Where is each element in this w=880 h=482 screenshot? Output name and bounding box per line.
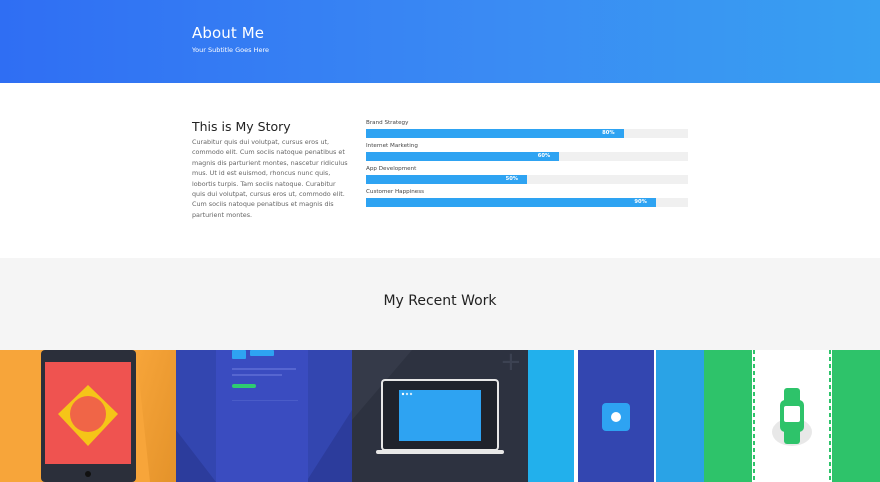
recent-work-section: My Recent Work: [0, 258, 880, 350]
portfolio-grid: +: [0, 350, 880, 482]
skill-label: Customer Happiness: [366, 189, 425, 195]
skill-label: Brand Strategy: [366, 120, 409, 126]
skill-track: 80%: [366, 129, 688, 138]
circle-button-icon: [528, 350, 704, 482]
laptop-thumbnail[interactable]: +: [352, 350, 528, 482]
skill-bar-brand-strategy: Brand Strategy 80%: [366, 120, 688, 143]
skill-bar-customer-happiness: Customer Happiness 90%: [366, 189, 688, 212]
skill-fill: 50%: [366, 175, 527, 184]
skill-bar-app-development: App Development 50%: [366, 166, 688, 189]
skill-percent: 60%: [537, 153, 551, 159]
skill-track: 90%: [366, 198, 688, 207]
laptop-icon: +: [352, 350, 528, 482]
skill-bars: Brand Strategy 80% Internet Marketing 60…: [366, 120, 688, 212]
skill-percent: 90%: [634, 199, 647, 205]
tablet-shapes-thumbnail[interactable]: [0, 350, 176, 482]
skill-fill: 80%: [366, 129, 624, 138]
skill-percent: 80%: [602, 130, 615, 136]
skill-fill: 90%: [366, 198, 656, 207]
hero-banner: About Me Your Subtitle Goes Here: [0, 0, 880, 83]
skill-label: Internet Marketing: [366, 143, 418, 149]
tablet-icon: [0, 350, 176, 482]
skill-label: App Development: [366, 166, 417, 172]
skill-bar-internet-marketing: Internet Marketing 60%: [366, 143, 688, 166]
page-subtitle: Your Subtitle Goes Here: [192, 46, 269, 54]
smartwatch-thumbnail[interactable]: [704, 350, 880, 482]
page-title: About Me: [192, 24, 265, 42]
watch-icon: [704, 350, 880, 482]
blue-phone-thumbnail[interactable]: [528, 350, 704, 482]
skill-fill: 60%: [366, 152, 560, 161]
skill-track: 60%: [366, 152, 688, 161]
section-title: My Recent Work: [383, 293, 497, 309]
mobile-ui-thumbnail[interactable]: [176, 350, 352, 482]
story-text: Curabitur quis dui volutpat, cursus eros…: [192, 138, 348, 219]
skill-track: 50%: [366, 175, 688, 184]
skill-percent: 50%: [505, 176, 518, 182]
story-title: This is My Story: [192, 119, 291, 134]
phone-screen-icon: [176, 350, 352, 482]
svg-text:+: +: [500, 350, 522, 377]
